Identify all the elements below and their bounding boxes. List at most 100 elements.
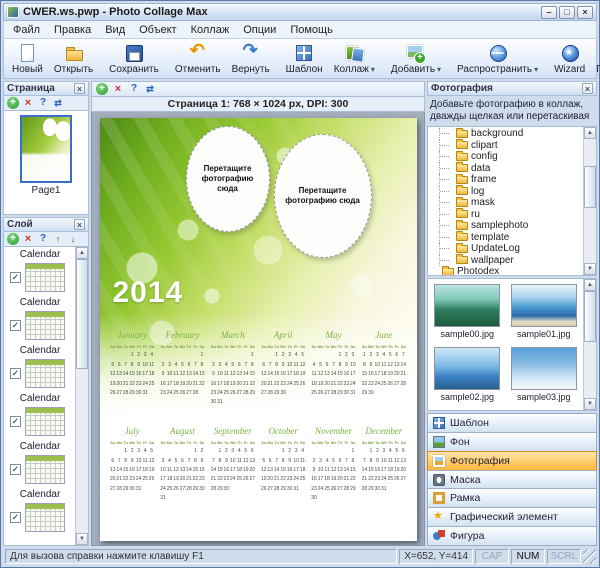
delete-layer-icon[interactable] — [22, 233, 34, 245]
category-button-shape[interactable]: Фигура — [427, 526, 597, 546]
photo-thumbnail-cell[interactable]: sample03.jpg — [507, 347, 582, 402]
close-icon[interactable] — [74, 219, 85, 230]
menu-item[interactable]: Объект — [132, 23, 183, 37]
tree-scrollbar[interactable] — [583, 127, 596, 275]
folder-item-background[interactable]: background — [430, 128, 582, 140]
photo-thumbnail[interactable] — [511, 347, 577, 390]
photo-thumbnail[interactable] — [434, 284, 500, 327]
category-button-background[interactable]: Фон — [427, 432, 597, 452]
folder-item-data[interactable]: data — [430, 163, 582, 175]
close-icon[interactable] — [74, 83, 85, 94]
layer-item[interactable]: Calendar — [6, 441, 74, 486]
collage-page[interactable]: Перетащите фотографию сюда Перетащите фо… — [100, 118, 417, 541]
layer-item[interactable]: Calendar — [6, 249, 74, 294]
photo-thumbnail-cell[interactable]: sample02.jpg — [430, 347, 505, 402]
toolbar-button-add[interactable]: Добавить — [386, 40, 446, 77]
add-page-icon[interactable] — [7, 97, 19, 109]
folder-item-ru[interactable]: ru — [430, 209, 582, 221]
move-layer-down-icon[interactable] — [67, 233, 79, 245]
layer-thumbnail[interactable] — [25, 311, 65, 340]
layer-list-scrollbar[interactable] — [75, 247, 88, 545]
page-thumbnail[interactable] — [20, 115, 72, 183]
toolbar-button-wizard[interactable]: Wizard — [549, 40, 590, 77]
help-icon[interactable] — [128, 83, 140, 95]
toolbar-button-collage[interactable]: Коллаж — [329, 40, 380, 77]
photo-placeholder-2[interactable]: Перетащите фотографию сюда — [274, 134, 372, 258]
menu-item[interactable]: Помощь — [283, 23, 340, 37]
maximize-button[interactable]: □ — [559, 6, 575, 19]
layer-thumbnail[interactable] — [25, 503, 65, 532]
layer-thumbnail[interactable] — [25, 263, 65, 292]
close-button[interactable]: × — [577, 6, 593, 19]
menu-item[interactable]: Правка — [47, 23, 98, 37]
help-icon[interactable] — [37, 233, 49, 245]
layer-item[interactable]: Calendar — [6, 297, 74, 342]
toolbar-button-help[interactable]: Помощь — [591, 40, 600, 77]
scroll-down-icon[interactable] — [584, 398, 596, 410]
photos-scrollbar[interactable] — [583, 279, 596, 410]
toolbar-button-open-folder[interactable]: Открыть — [49, 40, 98, 77]
toolbar-button-redo[interactable]: Вернуть — [227, 40, 275, 77]
folder-item-log[interactable]: log — [430, 186, 582, 198]
menu-item[interactable]: Коллаж — [184, 23, 237, 37]
category-button-mask[interactable]: Маска — [427, 470, 597, 490]
delete-page-icon[interactable] — [22, 97, 34, 109]
add-layer-icon[interactable] — [7, 233, 19, 245]
scrollbar-thumb[interactable] — [584, 166, 596, 208]
scroll-up-icon[interactable] — [76, 247, 88, 259]
layer-thumbnail[interactable] — [25, 359, 65, 388]
toolbar-button-template[interactable]: Шаблон — [281, 40, 328, 77]
layer-thumbnail[interactable] — [25, 455, 65, 484]
add-object-icon[interactable] — [96, 83, 108, 95]
folder-item-config[interactable]: config — [430, 151, 582, 163]
layer-visibility-checkbox[interactable] — [10, 320, 21, 331]
folder-item-template[interactable]: template — [430, 232, 582, 244]
layer-visibility-checkbox[interactable] — [10, 416, 21, 427]
delete-object-icon[interactable] — [112, 83, 124, 95]
folder-item-samplephoto[interactable]: samplephoto — [430, 220, 582, 232]
scroll-up-icon[interactable] — [584, 127, 596, 139]
layer-visibility-checkbox[interactable] — [10, 368, 21, 379]
layer-visibility-checkbox[interactable] — [10, 512, 21, 523]
canvas-area[interactable]: Перетащите фотографию сюда Перетащите фо… — [91, 112, 425, 546]
refresh-icon[interactable] — [144, 83, 156, 95]
category-button-frame[interactable]: Рамка — [427, 488, 597, 508]
folder-item-wallpaper[interactable]: wallpaper — [430, 255, 582, 267]
reorder-pages-icon[interactable] — [52, 97, 64, 109]
minimize-button[interactable]: – — [541, 6, 557, 19]
scrollbar-thumb[interactable] — [584, 291, 596, 342]
category-button-graphic[interactable]: Графический элемент — [427, 507, 597, 527]
photo-thumbnail[interactable] — [434, 347, 500, 390]
folder-item-clipart[interactable]: clipart — [430, 140, 582, 152]
photo-thumbnail[interactable] — [511, 284, 577, 327]
close-icon[interactable] — [582, 83, 593, 94]
toolbar-button-new-document[interactable]: Новый — [7, 40, 48, 77]
layer-thumbnail[interactable] — [25, 407, 65, 436]
photo-thumbnail-cell[interactable]: sample01.jpg — [507, 284, 582, 339]
toolbar-button-undo[interactable]: Отменить — [170, 40, 226, 77]
layer-visibility-checkbox[interactable] — [10, 272, 21, 283]
menu-item[interactable]: Вид — [98, 23, 132, 37]
scroll-down-icon[interactable] — [584, 263, 596, 275]
category-button-template[interactable]: Шаблон — [427, 413, 597, 433]
menu-item[interactable]: Опции — [236, 23, 283, 37]
menu-item[interactable]: Файл — [6, 23, 47, 37]
help-icon[interactable] — [37, 97, 49, 109]
layer-item[interactable]: Calendar — [6, 489, 74, 534]
folder-item-root[interactable]: Photodex — [430, 266, 582, 276]
toolbar-button-distribute[interactable]: Распространить — [452, 40, 543, 77]
layer-item[interactable]: Calendar — [6, 345, 74, 390]
folder-item-UpdateLog[interactable]: UpdateLog — [430, 243, 582, 255]
photo-thumbnail-cell[interactable]: sample00.jpg — [430, 284, 505, 339]
scroll-down-icon[interactable] — [76, 533, 88, 545]
category-button-photo[interactable]: Фотография — [427, 451, 597, 471]
folder-item-frame[interactable]: frame — [430, 174, 582, 186]
toolbar-button-save[interactable]: Сохранить — [104, 40, 164, 77]
resize-grip[interactable] — [583, 549, 596, 564]
layer-item[interactable]: Calendar — [6, 393, 74, 438]
photo-placeholder-1[interactable]: Перетащите фотографию сюда — [186, 126, 270, 232]
scrollbar-thumb[interactable] — [76, 259, 88, 369]
scroll-up-icon[interactable] — [584, 279, 596, 291]
layer-visibility-checkbox[interactable] — [10, 464, 21, 475]
move-layer-up-icon[interactable] — [52, 233, 64, 245]
